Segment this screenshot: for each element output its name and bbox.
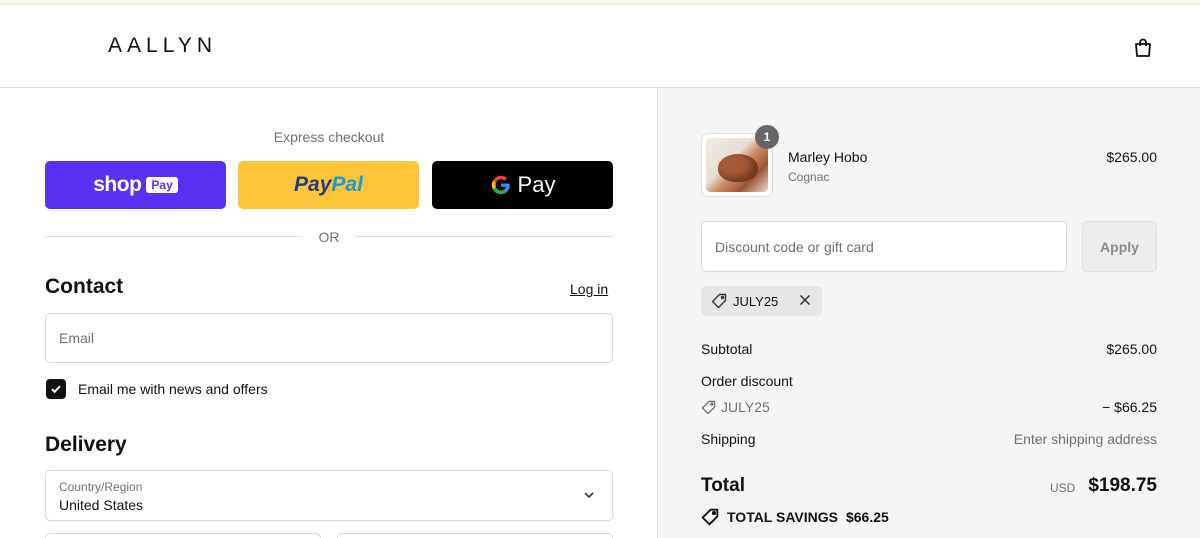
product-variant: Cognac	[788, 170, 830, 184]
shopping-bag-icon	[1135, 38, 1151, 57]
total-value: $198.75	[1088, 475, 1157, 496]
tag-icon	[701, 400, 716, 414]
close-icon	[799, 294, 811, 306]
total-currency: USD	[1050, 481, 1076, 495]
total-savings-label: TOTAL SAVINGS	[727, 509, 838, 525]
or-divider-right	[355, 236, 613, 237]
google-pay-button[interactable]: Pay	[432, 161, 613, 209]
email-input[interactable]	[46, 314, 612, 362]
product-name: Marley Hobo	[788, 149, 868, 165]
country-select[interactable]: Country/Region United States	[45, 470, 613, 521]
last-name-field[interactable]	[337, 533, 613, 538]
delivery-heading: Delivery	[45, 433, 127, 456]
order-discount-code: JULY25	[701, 399, 770, 415]
chevron-down-icon	[584, 492, 594, 499]
discount-code-field[interactable]	[701, 221, 1067, 272]
total-savings: TOTAL SAVINGS $66.25	[701, 508, 889, 526]
shop-pay-badge: Pay	[146, 177, 178, 193]
or-divider-left	[45, 236, 303, 237]
quantity-badge: 1	[755, 125, 779, 149]
google-pay-word: Pay	[517, 172, 556, 197]
shipping-value: Enter shipping address	[1013, 431, 1157, 447]
express-checkout-label: Express checkout	[273, 129, 385, 145]
shop-pay-button[interactable]: shop Pay	[45, 161, 226, 209]
google-g-icon	[491, 175, 510, 195]
checkmark-icon	[51, 385, 61, 394]
brand-logo[interactable]: AALLYN	[108, 34, 217, 58]
paypal-button[interactable]: PayPal	[238, 161, 419, 209]
paypal-word-pay: Pay	[294, 173, 332, 196]
shipping-label: Shipping	[701, 431, 756, 447]
tag-icon	[701, 508, 719, 526]
paypal-word-pal: Pal	[331, 173, 363, 196]
shop-pay-wordmark: shop	[93, 173, 142, 196]
order-discount-code-text: JULY25	[721, 399, 770, 415]
first-name-field[interactable]	[45, 533, 321, 538]
contact-heading: Contact	[45, 275, 124, 298]
subtotal-label: Subtotal	[701, 341, 753, 357]
order-discount-label: Order discount	[701, 373, 793, 389]
login-link[interactable]: Log in	[570, 281, 608, 297]
order-discount-value: − $66.25	[1102, 399, 1157, 415]
newsletter-checkbox[interactable]	[46, 379, 66, 399]
shopping-bag-button[interactable]	[1128, 33, 1158, 63]
email-field[interactable]	[45, 313, 613, 363]
tag-icon	[711, 293, 727, 309]
remove-discount-button[interactable]	[798, 293, 812, 307]
applied-discount-code: JULY25	[733, 293, 779, 309]
subtotal-value: $265.00	[1106, 341, 1157, 357]
country-select-label: Country/Region	[59, 480, 143, 494]
product-price: $265.00	[1106, 149, 1157, 165]
newsletter-label: Email me with news and offers	[78, 381, 268, 397]
discount-code-input[interactable]	[702, 222, 1066, 271]
or-divider-label: OR	[318, 229, 340, 245]
apply-discount-button[interactable]: Apply	[1082, 221, 1157, 272]
total-label: Total	[701, 475, 745, 496]
handbag-image	[718, 154, 758, 182]
applied-discount-tag: JULY25	[701, 286, 822, 316]
country-select-value: United States	[59, 497, 144, 513]
total-savings-value: $66.25	[845, 509, 889, 525]
paypal-wordmark: PayPal	[294, 173, 363, 197]
site-header: AALLYN	[0, 5, 1200, 88]
